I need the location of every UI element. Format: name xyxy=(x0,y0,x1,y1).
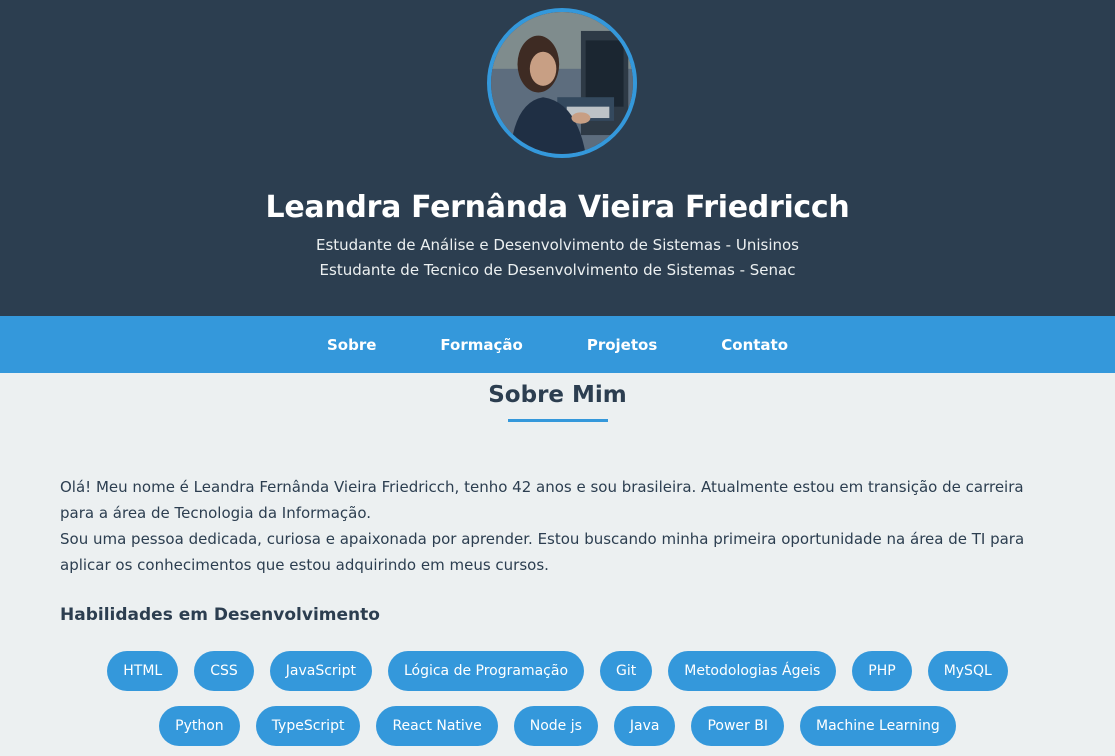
skill-tag-nodejs: Node js xyxy=(513,706,598,746)
about-section: Sobre Mim Olá! Meu nome é Leandra Fernân… xyxy=(0,382,1115,746)
profile-name: Leandra Fernânda Vieira Friedricch xyxy=(265,190,850,225)
nav-link-formacao[interactable]: Formação xyxy=(408,336,554,354)
skill-tag-javascript: JavaScript xyxy=(269,651,372,691)
skills-list: HTML CSS JavaScript Lógica de Programaçã… xyxy=(0,651,1115,746)
skill-tag-typescript: TypeScript xyxy=(255,706,361,746)
profile-photo-image xyxy=(491,12,633,154)
skill-tag-java: Java xyxy=(613,706,676,746)
main-navigation: Sobre Formação Projetos Contato xyxy=(0,316,1115,373)
nav-link-sobre[interactable]: Sobre xyxy=(295,336,408,354)
skill-tag-python: Python xyxy=(159,706,240,746)
nav-link-projetos[interactable]: Projetos xyxy=(555,336,689,354)
skill-tag-git: Git xyxy=(600,651,653,691)
profile-photo xyxy=(487,8,637,158)
skill-tag-logica: Lógica de Programação xyxy=(387,651,585,691)
skill-tag-css: CSS xyxy=(194,651,254,691)
skills-title: Habilidades em Desenvolvimento xyxy=(60,605,380,625)
skill-tag-mysql: MySQL xyxy=(927,651,1008,691)
about-paragraph-goals: Sou uma pessoa dedicada, curiosa e apaix… xyxy=(60,530,1025,574)
about-text: Olá! Meu nome é Leandra Fernânda Vieira … xyxy=(0,474,1115,578)
skill-tag-metodologias: Metodologias Ágeis xyxy=(668,651,837,691)
skill-tag-react-native: React Native xyxy=(376,706,498,746)
skill-tag-machine-learning: Machine Learning xyxy=(799,706,956,746)
skill-tag-html: HTML xyxy=(107,651,179,691)
title-underline xyxy=(507,419,608,422)
section-title: Sobre Mim xyxy=(488,382,627,408)
about-paragraph-intro: Olá! Meu nome é Leandra Fernânda Vieira … xyxy=(60,478,1024,522)
skill-tag-power-bi: Power BI xyxy=(691,706,784,746)
profile-header: Leandra Fernânda Vieira Friedricch Estud… xyxy=(0,0,1115,316)
profile-subtitle-course: Estudante de Tecnico de Desenvolvimento … xyxy=(319,261,796,279)
profile-subtitle-university: Estudante de Análise e Desenvolvimento d… xyxy=(315,236,799,254)
skill-tag-php: PHP xyxy=(852,651,912,691)
nav-link-contato[interactable]: Contato xyxy=(689,336,820,354)
